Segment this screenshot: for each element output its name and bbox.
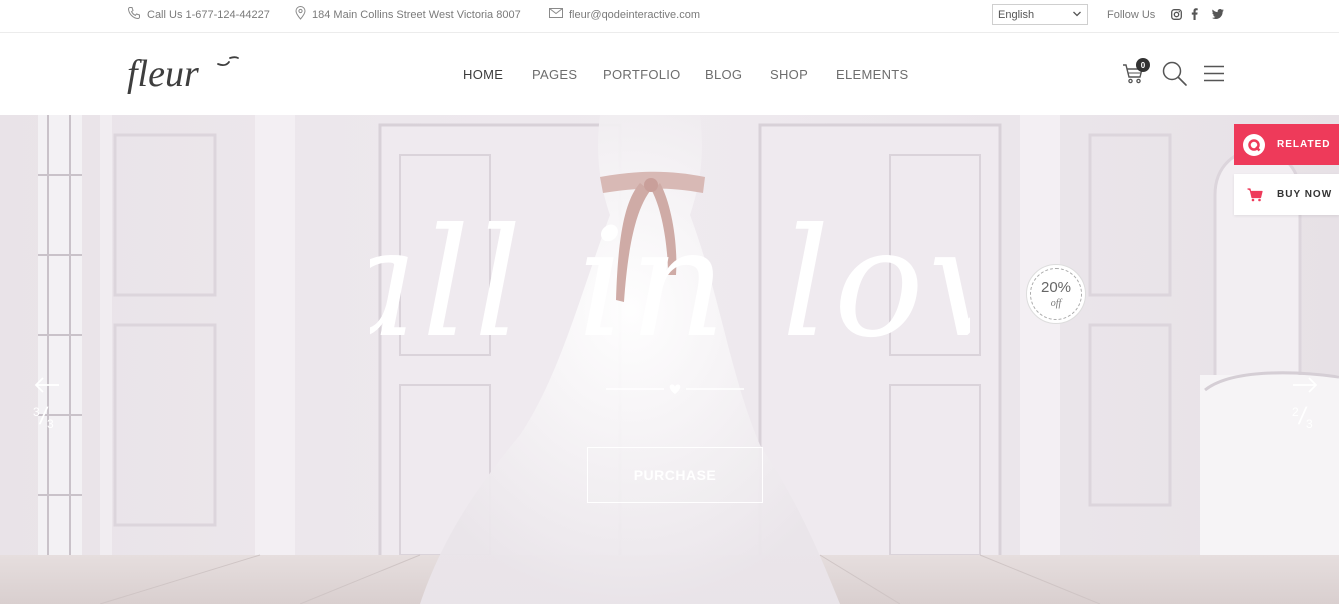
svg-text:fleur: fleur [127, 53, 199, 95]
related-button[interactable]: RELATED [1234, 124, 1339, 165]
hamburger-menu-icon[interactable] [1204, 65, 1225, 87]
mail-icon [549, 8, 569, 21]
search-icon[interactable] [1161, 60, 1189, 93]
instagram-icon[interactable] [1170, 8, 1182, 20]
related-label: RELATED [1277, 139, 1331, 150]
main-header: fleur HOME PAGES PORTFOLIO BLOG SHOP ELE… [0, 34, 1339, 115]
buy-now-label: BUY NOW [1277, 189, 1333, 200]
nav-home[interactable]: HOME [463, 67, 503, 82]
email-info[interactable]: fleur@qodeinteractive.com [549, 0, 700, 29]
buy-now-button[interactable]: BUY NOW [1234, 174, 1339, 215]
related-logo-icon [1243, 133, 1265, 156]
address-text: 184 Main Collins Street West Victoria 80… [312, 8, 521, 21]
nav-portfolio[interactable]: PORTFOLIO [603, 67, 681, 82]
shopping-cart-icon [1247, 187, 1263, 202]
purchase-button[interactable]: PURCHASE [587, 447, 763, 503]
nav-blog[interactable]: BLOG [705, 67, 742, 82]
fleur-logo[interactable]: fleur [127, 48, 242, 98]
discount-percent: 20% [1040, 279, 1072, 296]
facebook-icon[interactable] [1188, 8, 1200, 20]
discount-off-label: off [1050, 298, 1062, 309]
address-info: 184 Main Collins Street West Victoria 80… [295, 0, 521, 29]
language-value: English [998, 8, 1035, 21]
svg-text:Fall in love: Fall in love [370, 197, 970, 371]
next-slide-counter: 2 / 3 [1292, 403, 1313, 431]
top-info-bar: Call Us 1-677-124-44227 184 Main Collins… [0, 0, 1339, 33]
prev-slide-counter: 3 / 3 [33, 403, 54, 431]
location-pin-icon [295, 6, 312, 23]
language-select[interactable]: English [992, 4, 1088, 25]
phone-info: Call Us 1-677-124-44227 [127, 0, 270, 29]
hero-headline: Fall in love [370, 197, 970, 371]
follow-us-label: Follow Us [1107, 8, 1156, 21]
phone-icon [127, 6, 147, 23]
hero-slider: Fall in love PURCHASE 20% off 3 / 3 2 / … [0, 115, 1339, 604]
prev-slide-arrow-icon[interactable] [34, 377, 60, 398]
chevron-down-icon [1072, 8, 1082, 23]
twitter-icon[interactable] [1212, 8, 1224, 20]
nav-shop[interactable]: SHOP [770, 67, 808, 82]
heart-divider [606, 384, 744, 394]
nav-pages[interactable]: PAGES [532, 67, 577, 82]
next-slide-arrow-icon[interactable] [1292, 377, 1318, 398]
discount-badge: 20% off [1026, 264, 1086, 324]
cart-count-badge: 0 [1136, 58, 1150, 72]
email-link[interactable]: fleur@qodeinteractive.com [569, 9, 700, 21]
nav-elements[interactable]: ELEMENTS [836, 67, 908, 82]
phone-text: Call Us 1-677-124-44227 [147, 8, 270, 21]
